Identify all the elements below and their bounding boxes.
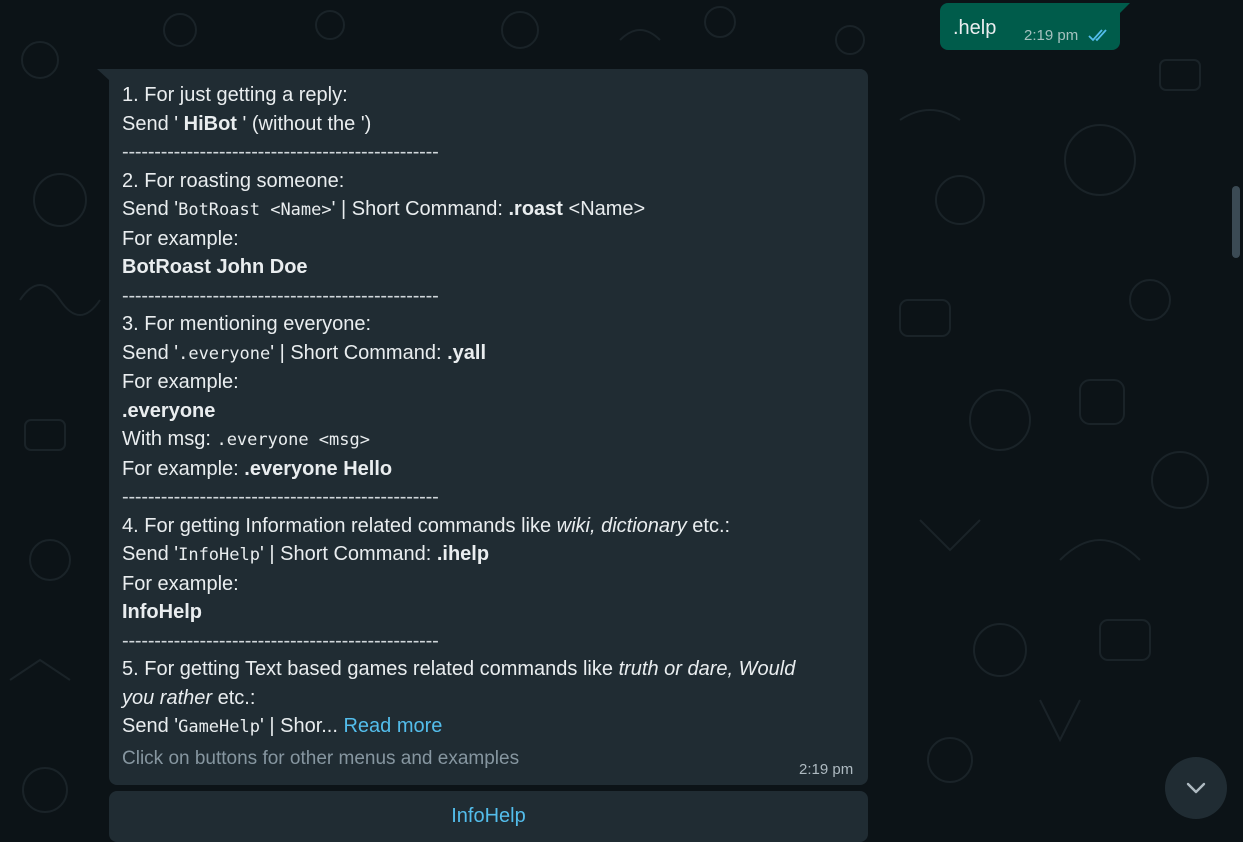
send-open: Send ' — [122, 198, 179, 220]
example-everyone-hello: .everyone Hello — [244, 457, 393, 480]
section-4-heading: 4. For getting Information related comma… — [122, 512, 852, 541]
heading-italic: wiki, dictionary — [556, 514, 687, 537]
section-1-heading: 1. For just getting a reply: — [122, 84, 348, 106]
double-check-icon — [1088, 29, 1107, 42]
with-msg-label: With msg: — [122, 428, 217, 450]
short-command-ihelp: .ihelp — [436, 543, 490, 565]
send-close: ' | Short Command: — [259, 543, 437, 565]
separator: ----------------------------------------… — [122, 629, 439, 652]
outgoing-message-bubble[interactable]: .help 2:19 pm — [940, 3, 1120, 50]
example-botroast: BotRoast John Doe — [122, 256, 308, 278]
outgoing-message-time: 2:19 pm — [1024, 27, 1079, 44]
section-2-send-line: Send 'BotRoast <Name>' | Short Command: … — [122, 195, 852, 225]
reply-button-label: InfoHelp — [451, 805, 526, 827]
command-gamehelp: GameHelp — [178, 717, 260, 737]
command-everyone: .everyone — [178, 343, 271, 364]
section-3-send-line: Send '.everyone' | Short Command: .yall — [122, 339, 852, 369]
incoming-bubble-tail — [97, 69, 109, 80]
section-4-send-line: Send 'InfoHelp' | Short Command: .ihelp — [122, 540, 852, 570]
chevron-down-icon — [1186, 782, 1206, 794]
send-close: ' | Short Command: — [270, 341, 448, 364]
heading-suffix: etc.: — [686, 514, 731, 537]
example-2-label: For example: — [122, 457, 245, 480]
heading-italic: you rather — [122, 686, 213, 709]
heading-text: 5. For getting Text based games related … — [122, 658, 619, 680]
section-5-heading: 5. For getting Text based games related … — [122, 655, 852, 684]
command-hibot: HiBot — [183, 112, 237, 135]
example-infohelp: InfoHelp — [122, 601, 202, 623]
with-msg-line: With msg: .everyone <msg> — [122, 425, 852, 455]
section-3-heading: 3. For mentioning everyone: — [122, 313, 372, 335]
send-open: Send ' — [122, 543, 179, 565]
command-infohelp: InfoHelp — [178, 545, 260, 565]
send-close: ' | Short Command: — [331, 198, 509, 220]
example-label: For example: — [122, 371, 239, 393]
section-5-send-line: Send 'GameHelp' | Shor... Read more — [122, 712, 852, 742]
short-command-yall: .yall — [447, 341, 486, 364]
heading-suffix: etc.: — [212, 686, 256, 709]
with-msg-command: .everyone <msg> — [216, 430, 370, 450]
incoming-message-bubble[interactable]: 1. For just getting a reply: Send ' HiBo… — [109, 69, 868, 785]
separator: ----------------------------------------… — [122, 284, 439, 307]
example-label: For example: — [122, 572, 239, 595]
outgoing-message-text: .help — [953, 17, 997, 39]
send-suffix: ' (without the ') — [236, 112, 372, 135]
section-2-heading: 2. For roasting someone: — [122, 169, 345, 192]
heading-text: 4. For getting Information related comma… — [122, 514, 557, 537]
section-1-send-line: Send ' HiBot ' (without the ') — [122, 110, 852, 139]
heading-italic: truth or dare, Would — [618, 658, 796, 680]
example-everyone: .everyone — [122, 399, 216, 422]
infohelp-reply-button[interactable]: InfoHelp — [109, 791, 868, 842]
send-open: Send ' — [122, 715, 179, 737]
scroll-to-bottom-button[interactable] — [1165, 757, 1227, 819]
separator: ----------------------------------------… — [122, 141, 439, 163]
short-command-arg: <Name> — [562, 198, 646, 220]
section-5-heading-cont: you rather etc.: — [122, 684, 852, 713]
message-footer: Click on buttons for other menus and exa… — [122, 748, 520, 769]
example-label: For example: — [122, 227, 239, 250]
scrollbar-thumb[interactable] — [1232, 186, 1240, 258]
outgoing-bubble-tail — [1120, 3, 1130, 13]
send-close: ' | Shor... — [259, 715, 344, 737]
short-command-roast: .roast — [508, 198, 563, 220]
command-botroast: BotRoast <Name> — [178, 200, 332, 220]
example-2-line: For example: .everyone Hello — [122, 455, 852, 484]
bot-help-message: 1. For just getting a reply: Send ' HiBo… — [122, 81, 852, 742]
read-more-link[interactable]: Read more — [343, 715, 442, 737]
send-open: Send ' — [122, 341, 179, 364]
incoming-message-time: 2:19 pm — [799, 761, 854, 778]
send-prefix: Send ' — [122, 112, 184, 135]
separator: ----------------------------------------… — [122, 486, 439, 508]
